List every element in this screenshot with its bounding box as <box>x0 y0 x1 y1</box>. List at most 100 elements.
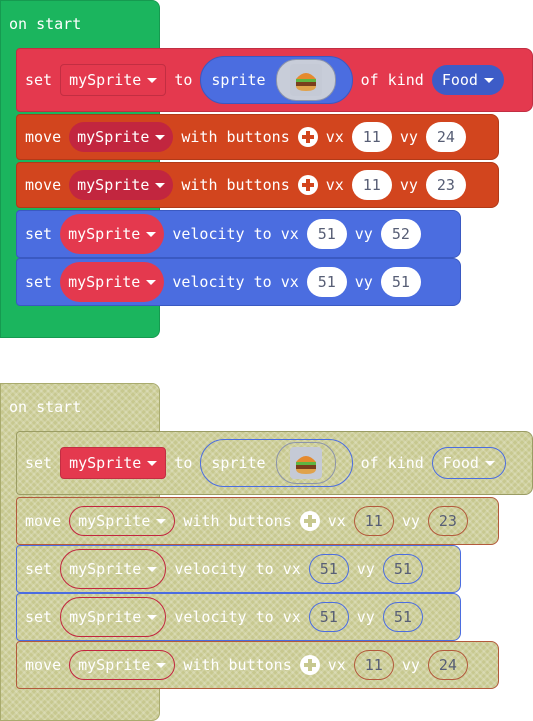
burger-icon <box>289 447 322 479</box>
hat-label: on start <box>9 15 82 33</box>
vy-label: vy <box>354 225 373 243</box>
with-buttons-label: with buttons <box>181 176 290 194</box>
set-velocity-block[interactable]: set mySprite velocity to vx 51 vy 52 <box>16 210 461 258</box>
set-label: set <box>25 608 53 626</box>
with-buttons-label: with buttons <box>183 656 292 674</box>
of-kind-label: of kind <box>360 454 424 472</box>
set-label: set <box>25 225 53 243</box>
vy-input[interactable]: 51 <box>382 554 423 584</box>
move-with-buttons-block[interactable]: move mySprite with buttons vx 11 vy 23 <box>16 162 499 208</box>
sprite-label: sprite <box>211 454 266 472</box>
chevron-down-icon <box>147 77 158 83</box>
move-label: move <box>25 512 62 530</box>
vx-label: vx <box>327 656 346 674</box>
with-buttons-label: with buttons <box>181 128 290 146</box>
vx-input[interactable]: 11 <box>351 170 392 200</box>
variable-name: mySprite <box>69 454 142 472</box>
hat-label: on start <box>9 398 82 416</box>
sprite-image-picker[interactable] <box>275 59 336 101</box>
move-with-buttons-block[interactable]: move mySprite with buttons vx 11 vy 24 <box>16 114 499 160</box>
set-sprite-block[interactable]: set mySprite to sprite of kind Food <box>16 48 533 112</box>
move-with-buttons-block[interactable]: move mySprite with buttons vx 11 vy 23 <box>16 497 499 545</box>
variable-name: mySprite <box>68 273 141 291</box>
chevron-down-icon <box>147 614 158 620</box>
expand-plus-icon[interactable] <box>297 127 318 147</box>
vy-label: vy <box>354 273 373 291</box>
expand-plus-icon[interactable] <box>299 511 320 531</box>
kind-dropdown[interactable]: Food <box>431 447 506 479</box>
vy-input[interactable]: 24 <box>425 122 466 152</box>
variable-dropdown[interactable]: mySprite <box>60 64 167 96</box>
variable-dropdown[interactable]: mySprite <box>60 549 167 589</box>
vy-input[interactable]: 23 <box>425 170 466 200</box>
set-label: set <box>25 273 53 291</box>
variable-name: mySprite <box>78 656 151 674</box>
chevron-down-icon <box>155 182 166 188</box>
variable-dropdown[interactable]: mySprite <box>60 597 167 637</box>
with-buttons-label: with buttons <box>183 512 292 530</box>
variable-dropdown[interactable]: mySprite <box>60 214 165 254</box>
vx-input[interactable]: 11 <box>353 650 394 680</box>
vy-input[interactable]: 51 <box>380 267 421 297</box>
vy-label: vy <box>401 656 420 674</box>
variable-name: mySprite <box>77 128 150 146</box>
vx-label: vx <box>325 176 344 194</box>
chevron-down-icon <box>155 134 166 140</box>
kind-dropdown[interactable]: Food <box>431 65 504 95</box>
chevron-down-icon <box>156 518 167 524</box>
vy-label: vy <box>399 176 418 194</box>
expand-plus-icon[interactable] <box>297 175 318 195</box>
vx-input[interactable]: 11 <box>353 506 394 536</box>
variable-dropdown[interactable]: mySprite <box>60 262 165 302</box>
velocity-label: velocity to vx <box>172 273 299 291</box>
vy-input[interactable]: 24 <box>427 650 468 680</box>
vx-input[interactable]: 51 <box>306 267 347 297</box>
set-velocity-block[interactable]: set mySprite velocity to vx 51 vy 51 <box>16 593 461 641</box>
variable-dropdown[interactable]: mySprite <box>69 650 176 680</box>
sprite-create-block[interactable]: sprite <box>200 56 353 104</box>
variable-dropdown[interactable]: mySprite <box>69 170 174 200</box>
vy-input[interactable]: 23 <box>427 506 468 536</box>
of-kind-label: of kind <box>360 71 424 89</box>
vy-label: vy <box>356 560 375 578</box>
vx-input[interactable]: 51 <box>308 554 349 584</box>
variable-name: mySprite <box>68 225 141 243</box>
set-velocity-block[interactable]: set mySprite velocity to vx 51 vy 51 <box>16 258 461 306</box>
velocity-label: velocity to vx <box>174 608 301 626</box>
variable-dropdown[interactable]: mySprite <box>60 447 167 479</box>
sprite-create-block[interactable]: sprite <box>200 439 353 487</box>
vy-input[interactable]: 52 <box>380 219 421 249</box>
variable-name: mySprite <box>69 71 142 89</box>
move-label: move <box>25 656 62 674</box>
chevron-down-icon <box>146 231 157 237</box>
vx-input[interactable]: 11 <box>351 122 392 152</box>
kind-value: Food <box>442 454 479 472</box>
set-sprite-block[interactable]: set mySprite to sprite of kind Food <box>16 431 533 495</box>
expand-plus-icon[interactable] <box>299 655 320 675</box>
chevron-down-icon <box>483 77 494 83</box>
variable-dropdown[interactable]: mySprite <box>69 506 176 536</box>
velocity-label: velocity to vx <box>172 225 299 243</box>
set-label: set <box>25 560 53 578</box>
move-label: move <box>25 176 62 194</box>
vy-label: vy <box>356 608 375 626</box>
vy-label: vy <box>401 512 420 530</box>
vx-input[interactable]: 51 <box>308 602 349 632</box>
variable-dropdown[interactable]: mySprite <box>69 122 174 152</box>
vy-input[interactable]: 51 <box>382 602 423 632</box>
move-with-buttons-block[interactable]: move mySprite with buttons vx 11 vy 24 <box>16 641 499 689</box>
kind-value: Food <box>441 71 478 89</box>
vx-input[interactable]: 51 <box>306 219 347 249</box>
sprite-image-picker[interactable] <box>275 442 336 484</box>
chevron-down-icon <box>147 566 158 572</box>
burger-icon <box>289 64 322 96</box>
chevron-down-icon <box>147 460 158 466</box>
set-velocity-block[interactable]: set mySprite velocity to vx 51 vy 51 <box>16 545 461 593</box>
to-label: to <box>174 454 193 472</box>
vy-label: vy <box>399 128 418 146</box>
chevron-down-icon <box>146 279 157 285</box>
vx-label: vx <box>327 512 346 530</box>
variable-name: mySprite <box>77 176 150 194</box>
chevron-down-icon <box>156 662 167 668</box>
set-label: set <box>25 71 53 89</box>
